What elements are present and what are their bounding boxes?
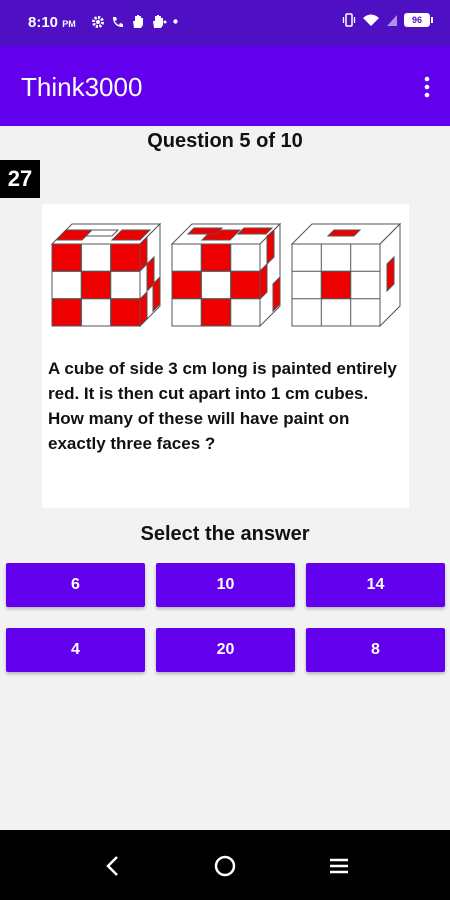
battery-icon: 96 [404,13,433,27]
answer-button-4[interactable]: 4 [6,628,145,672]
status-time-value: 8:10 [28,14,59,31]
status-time: 8:10 PM [28,14,76,31]
answer-button-1[interactable]: 6 [6,563,145,607]
answer-button-2[interactable]: 10 [156,563,295,607]
system-nav-bar [0,830,450,900]
answer-button-5[interactable]: 20 [156,628,295,672]
dot-icon [173,19,178,24]
signal-icon [387,15,397,26]
app-bar: Think3000 [0,46,450,126]
cube-3 [290,222,402,328]
gear-icon [92,15,104,28]
recents-icon[interactable] [327,854,351,878]
cube-1 [50,222,162,328]
hand-icon [133,15,143,28]
select-answer-label: Select the answer [140,523,310,545]
status-icons-right: 96 [342,13,433,27]
cube-2 [170,222,282,328]
hand-icon [153,15,167,28]
question-header: Question 5 of 10 [147,130,303,152]
back-icon[interactable] [101,854,125,878]
answer-button-3[interactable]: 14 [306,563,445,607]
battery-level: 96 [405,14,429,26]
status-bar: 8:10 PM 96 [0,0,450,46]
home-icon[interactable] [213,854,237,878]
question-text: A cube of side 3 cm long is painted enti… [48,359,397,453]
question-card: A cube of side 3 cm long is painted enti… [42,204,409,508]
timer-badge: 27 [0,160,40,198]
answer-button-6[interactable]: 8 [306,628,445,672]
status-time-ampm: PM [62,19,76,29]
missed-call-icon [113,16,123,27]
wifi-icon [363,14,379,26]
cube-illustration [50,222,402,328]
overflow-menu-icon[interactable] [422,76,432,98]
app-title: Think3000 [21,72,143,102]
vibrate-icon [342,13,356,27]
status-icons-left [91,14,178,29]
